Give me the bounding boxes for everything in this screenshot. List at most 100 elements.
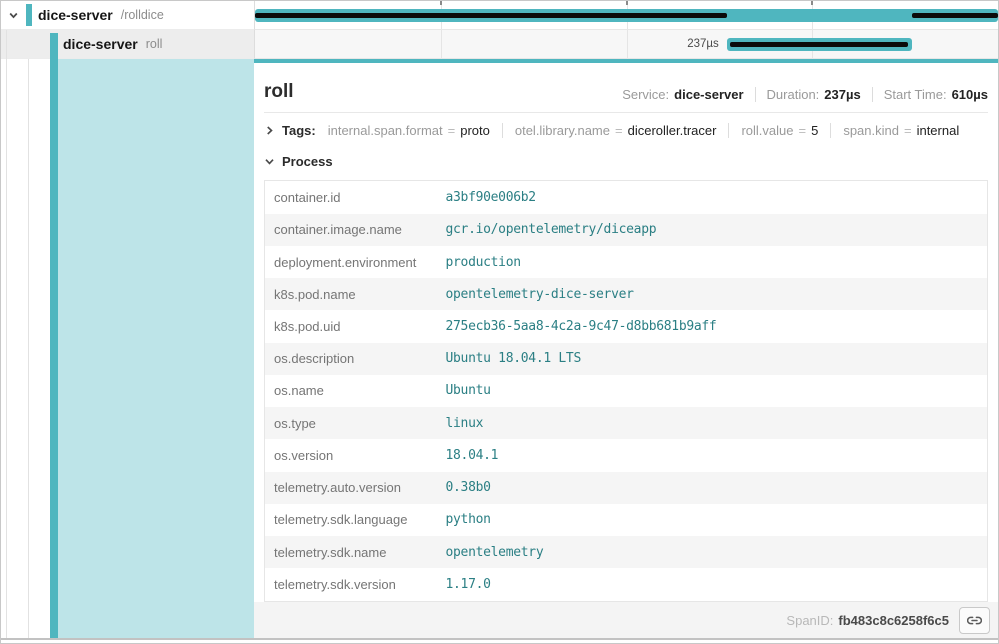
collapse-chevron-down-icon[interactable] <box>8 10 19 21</box>
process-row: telemetry.sdk.languagepython <box>265 504 988 536</box>
tag-eq: = <box>799 123 807 138</box>
span-bar-stripe <box>730 42 908 47</box>
span-operation-title: roll <box>264 81 294 102</box>
divider <box>502 123 503 138</box>
ruler-tick <box>440 1 442 5</box>
process-key: k8s.pod.uid <box>265 310 446 342</box>
span-id-label: SpanID: <box>786 613 833 628</box>
span-bar-stripe <box>912 13 998 18</box>
link-icon <box>967 613 982 628</box>
tags-label: Tags: <box>282 123 316 138</box>
process-table-wrap: container.ida3bf90e006b2container.image.… <box>264 180 988 602</box>
selected-span-accent-rail <box>50 33 58 638</box>
bottom-divider <box>1 638 998 640</box>
tag-item: otel.library.name = diceroller.tracer <box>515 123 717 138</box>
tag-item: span.kind=internal <box>843 123 959 138</box>
tag-key: internal.span.format <box>328 123 443 138</box>
process-key: os.version <box>265 439 446 471</box>
indent-guide <box>6 30 7 638</box>
tag-key: otel.library.name <box>515 123 610 138</box>
chevron-down-icon <box>264 156 275 167</box>
timeline-cell-rolldice <box>254 1 998 30</box>
tag-key: roll.value <box>741 123 793 138</box>
process-key: container.image.name <box>265 214 446 246</box>
tag-val: internal <box>917 123 960 138</box>
start-time-label: Start Time: <box>884 87 947 102</box>
tag-key: span.kind <box>843 123 899 138</box>
span-id-value: fb483c8c6258f6c5 <box>838 613 949 628</box>
process-accordion-toggle[interactable]: Process <box>254 147 998 176</box>
process-key: deployment.environment <box>265 246 446 278</box>
process-key: os.description <box>265 343 446 375</box>
process-value: Ubuntu <box>446 375 988 407</box>
span-detail-header: roll Service: dice-server Duration: 237µ… <box>264 63 988 113</box>
process-value: 0.38b0 <box>446 472 988 504</box>
process-key: telemetry.sdk.name <box>265 536 446 568</box>
service-name: dice-server <box>38 7 113 23</box>
process-row: telemetry.auto.version0.38b0 <box>265 472 988 504</box>
process-value: gcr.io/opentelemetry/diceapp <box>446 214 988 246</box>
span-color-block <box>26 4 32 26</box>
span-detail-panel: roll Service: dice-server Duration: 237µ… <box>254 59 998 638</box>
duration-label: Duration: <box>767 87 820 102</box>
operation-name: /rolldice <box>121 8 164 22</box>
ruler-tick <box>811 1 813 5</box>
process-row: telemetry.sdk.version1.17.0 <box>265 568 988 601</box>
service-value: dice-server <box>674 87 743 102</box>
service-label: Service: <box>622 87 669 102</box>
process-row: os.version18.04.1 <box>265 439 988 471</box>
process-key: container.id <box>265 181 446 214</box>
process-row: k8s.pod.nameopentelemetry-dice-server <box>265 278 988 310</box>
timeline-cell-roll: 237µs <box>254 30 998 59</box>
process-row: os.typelinux <box>265 407 988 439</box>
divider <box>830 123 831 138</box>
span-bar-stripe <box>255 13 727 18</box>
process-value: 1.17.0 <box>446 568 988 601</box>
jaeger-trace-view: dice-server /rolldice dice-server roll 2… <box>0 0 999 644</box>
process-row: os.descriptionUbuntu 18.04.1 LTS <box>265 343 988 375</box>
span-overview: Service: dice-server Duration: 237µs Sta… <box>622 87 988 102</box>
divider <box>872 87 873 102</box>
process-value: a3bf90e006b2 <box>446 181 988 214</box>
process-value: opentelemetry <box>446 536 988 568</box>
process-value: production <box>446 246 988 278</box>
operation-name: roll <box>146 37 163 51</box>
span-row-rolldice: dice-server /rolldice <box>1 1 998 30</box>
span-detail-footer: SpanID: fb483c8c6258f6c5 <box>254 602 998 638</box>
gridline <box>441 30 442 58</box>
tags-accordion-toggle[interactable]: Tags: internal.span.format = proto otel.lib… <box>254 113 998 147</box>
process-key: k8s.pod.name <box>265 278 446 310</box>
process-key: telemetry.sdk.language <box>265 504 446 536</box>
process-key: os.type <box>265 407 446 439</box>
duration-value: 237µs <box>824 87 860 102</box>
tag-eq: = <box>615 123 623 138</box>
tag-item: roll.value=5 <box>741 123 818 138</box>
process-value: opentelemetry-dice-server <box>446 278 988 310</box>
span-name-cell-roll[interactable]: dice-server roll <box>1 30 254 59</box>
process-key: telemetry.auto.version <box>265 472 446 504</box>
span-bar-roll[interactable] <box>727 38 912 51</box>
process-value: linux <box>446 407 988 439</box>
ruler-tick <box>626 1 628 5</box>
process-row: deployment.environmentproduction <box>265 246 988 278</box>
deep-link-button[interactable] <box>959 607 990 634</box>
gridline <box>627 30 628 58</box>
indent-guide <box>28 59 29 638</box>
divider <box>755 87 756 102</box>
tag-val: proto <box>460 123 490 138</box>
start-time-value: 610µs <box>952 87 988 102</box>
process-row: telemetry.sdk.nameopentelemetry <box>265 536 988 568</box>
span-name-cell-rolldice[interactable]: dice-server /rolldice <box>1 1 254 30</box>
process-value: python <box>446 504 988 536</box>
process-row: k8s.pod.uid275ecb36-5aa8-4c2a-9c47-d8bb6… <box>265 310 988 342</box>
process-value: 18.04.1 <box>446 439 988 471</box>
process-table: container.ida3bf90e006b2container.image.… <box>264 180 988 602</box>
divider <box>728 123 729 138</box>
span-row-roll: dice-server roll 237µs <box>1 30 998 59</box>
span-bar-rolldice[interactable] <box>255 9 998 22</box>
process-row: os.nameUbuntu <box>265 375 988 407</box>
tag-val: diceroller.tracer <box>628 123 717 138</box>
service-name: dice-server <box>63 36 138 52</box>
process-key: os.name <box>265 375 446 407</box>
process-row: container.image.namegcr.io/opentelemetry… <box>265 214 988 246</box>
